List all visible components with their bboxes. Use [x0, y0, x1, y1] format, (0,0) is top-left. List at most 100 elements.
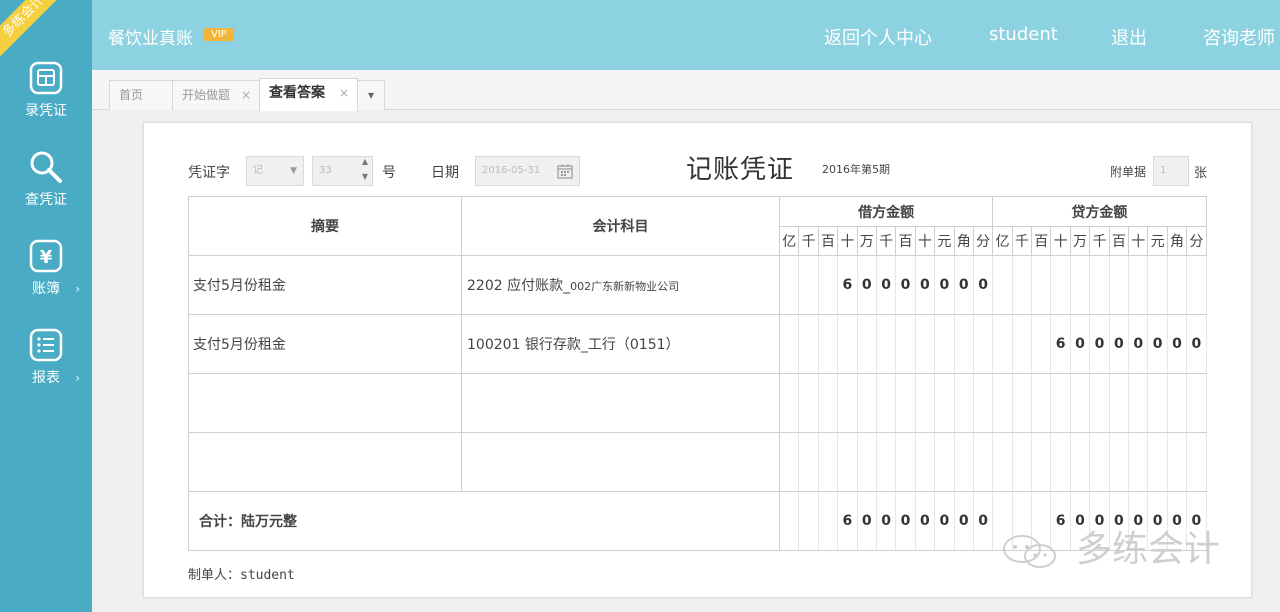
credit-amount-digit[interactable] — [1031, 432, 1052, 492]
debit-amount-digit[interactable] — [972, 314, 994, 374]
tab-view-answer[interactable]: 查看答案 × — [259, 78, 358, 111]
debit-amount-digit[interactable] — [798, 314, 819, 374]
credit-amount-digit[interactable] — [1011, 255, 1033, 315]
attachment-count-field[interactable]: 1 — [1153, 156, 1189, 186]
close-icon[interactable]: × — [339, 79, 349, 107]
debit-amount-digit[interactable] — [934, 314, 955, 374]
debit-amount-digit[interactable] — [914, 314, 936, 374]
debit-amount-digit[interactable] — [798, 432, 819, 492]
credit-amount-digit[interactable] — [992, 373, 1013, 433]
account-cell[interactable] — [461, 432, 780, 492]
credit-amount-digit[interactable] — [1011, 314, 1033, 374]
tab-start-exercise[interactable]: 开始做题 × — [172, 80, 260, 110]
credit-amount-digit[interactable] — [1050, 432, 1071, 492]
debit-amount-digit[interactable] — [837, 314, 858, 374]
sidebar-item-reports[interactable]: 报表 › — [0, 327, 92, 387]
debit-amount-digit[interactable] — [914, 432, 936, 492]
debit-amount-digit[interactable] — [953, 314, 974, 374]
credit-amount-digit[interactable]: 0 — [1069, 314, 1091, 374]
debit-amount-digit[interactable] — [778, 255, 800, 315]
sidebar-item-record-voucher[interactable]: 录凭证 — [0, 60, 92, 120]
total-debit-amount-digit[interactable]: 0 — [934, 491, 955, 551]
summary-cell[interactable]: 支付5月份租金 — [188, 255, 462, 315]
tab-more-dropdown[interactable]: ▾ — [357, 80, 385, 110]
credit-amount-digit[interactable]: 0 — [1108, 314, 1130, 374]
debit-amount-digit[interactable] — [817, 432, 839, 492]
voucher-word-select[interactable]: 记 ▼ — [246, 156, 304, 186]
credit-amount-digit[interactable] — [1089, 373, 1110, 433]
credit-amount-digit[interactable] — [1011, 373, 1033, 433]
credit-amount-digit[interactable]: 6 — [1050, 314, 1071, 374]
tab-home[interactable]: 首页 — [109, 80, 173, 110]
debit-amount-digit[interactable] — [875, 432, 897, 492]
credit-amount-digit[interactable] — [1166, 432, 1188, 492]
debit-amount-digit[interactable] — [895, 314, 916, 374]
credit-amount-digit[interactable] — [1089, 255, 1110, 315]
credit-amount-digit[interactable] — [1108, 432, 1130, 492]
consult-teacher-link[interactable]: 咨询老师 — [1203, 24, 1275, 50]
debit-amount-digit[interactable] — [972, 373, 994, 433]
credit-amount-digit[interactable] — [1128, 373, 1149, 433]
summary-cell[interactable] — [188, 432, 462, 492]
debit-amount-digit[interactable] — [856, 373, 877, 433]
debit-amount-digit[interactable] — [914, 373, 936, 433]
debit-amount-digit[interactable]: 0 — [895, 255, 916, 315]
username-link[interactable]: student — [989, 24, 1058, 45]
close-icon[interactable]: × — [241, 81, 251, 109]
credit-amount-digit[interactable] — [1147, 373, 1168, 433]
summary-cell[interactable] — [188, 373, 462, 433]
summary-cell[interactable]: 支付5月份租金 — [188, 314, 462, 374]
credit-amount-digit[interactable] — [1147, 255, 1168, 315]
calendar-icon[interactable] — [557, 164, 573, 179]
credit-amount-digit[interactable] — [1147, 432, 1168, 492]
debit-amount-digit[interactable] — [837, 432, 858, 492]
debit-amount-digit[interactable] — [934, 373, 955, 433]
voucher-number-stepper[interactable]: 33 ▲ ▼ — [312, 156, 373, 186]
credit-amount-digit[interactable] — [1069, 255, 1091, 315]
credit-amount-digit[interactable] — [992, 432, 1013, 492]
sidebar-item-search-voucher[interactable]: 查凭证 — [0, 149, 92, 209]
debit-amount-digit[interactable]: 0 — [972, 255, 994, 315]
total-debit-amount-digit[interactable]: 0 — [953, 491, 974, 551]
debit-amount-digit[interactable]: 0 — [875, 255, 897, 315]
back-to-profile-link[interactable]: 返回个人中心 — [824, 24, 932, 50]
total-debit-amount-digit[interactable]: 0 — [914, 491, 936, 551]
debit-amount-digit[interactable] — [895, 373, 916, 433]
debit-amount-digit[interactable] — [856, 432, 877, 492]
credit-amount-digit[interactable] — [1031, 314, 1052, 374]
total-debit-amount-digit[interactable]: 0 — [856, 491, 877, 551]
debit-amount-digit[interactable] — [798, 373, 819, 433]
debit-amount-digit[interactable] — [895, 432, 916, 492]
total-debit-amount-digit[interactable]: 6 — [837, 491, 858, 551]
total-debit-amount-digit[interactable]: 0 — [972, 491, 994, 551]
credit-amount-digit[interactable] — [1128, 432, 1149, 492]
credit-amount-digit[interactable] — [1050, 255, 1071, 315]
credit-amount-digit[interactable] — [1011, 432, 1033, 492]
total-debit-amount-digit[interactable] — [798, 491, 819, 551]
stepper-down-icon[interactable]: ▼ — [362, 163, 368, 191]
total-debit-amount-digit[interactable] — [778, 491, 800, 551]
debit-amount-digit[interactable] — [972, 432, 994, 492]
debit-amount-digit[interactable] — [798, 255, 819, 315]
debit-amount-digit[interactable] — [778, 373, 800, 433]
logout-link[interactable]: 退出 — [1111, 24, 1147, 50]
credit-amount-digit[interactable] — [1089, 432, 1110, 492]
sidebar-item-ledger[interactable]: ¥ 账簿 › — [0, 238, 92, 298]
debit-amount-digit[interactable]: 6 — [837, 255, 858, 315]
debit-amount-digit[interactable]: 0 — [914, 255, 936, 315]
credit-amount-digit[interactable] — [1031, 373, 1052, 433]
credit-amount-digit[interactable] — [1108, 255, 1130, 315]
credit-amount-digit[interactable] — [992, 255, 1013, 315]
credit-amount-digit[interactable]: 0 — [1186, 314, 1207, 374]
debit-amount-digit[interactable] — [856, 314, 877, 374]
credit-amount-digit[interactable]: 0 — [1166, 314, 1188, 374]
credit-amount-digit[interactable] — [1186, 373, 1207, 433]
total-debit-amount-digit[interactable]: 0 — [895, 491, 916, 551]
credit-amount-digit[interactable] — [1166, 373, 1188, 433]
debit-amount-digit[interactable]: 0 — [934, 255, 955, 315]
debit-amount-digit[interactable] — [837, 373, 858, 433]
credit-amount-digit[interactable] — [1031, 255, 1052, 315]
debit-amount-digit[interactable]: 0 — [953, 255, 974, 315]
debit-amount-digit[interactable] — [934, 432, 955, 492]
debit-amount-digit[interactable] — [778, 432, 800, 492]
